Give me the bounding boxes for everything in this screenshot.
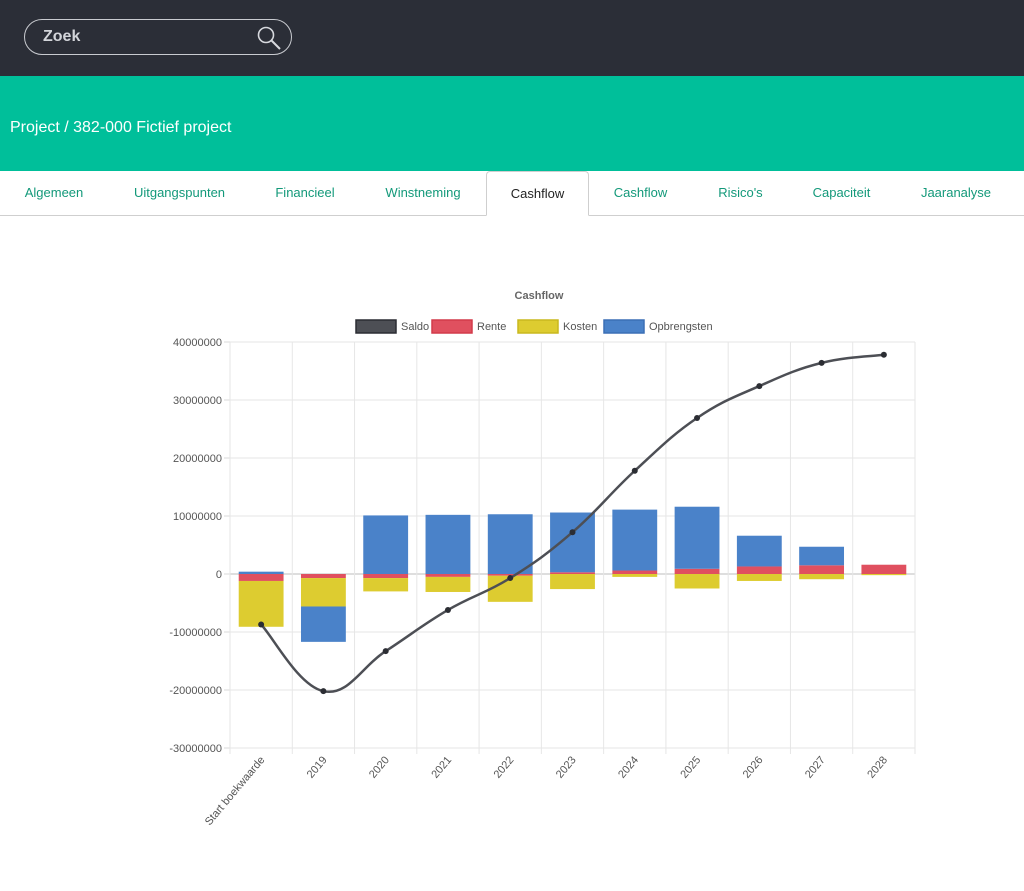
saldo-point [756,383,763,390]
bar-kosten [550,574,595,590]
y-tick-label: -30000000 [169,743,222,755]
legend-label-saldo: Saldo [401,321,429,333]
tab-winstneming[interactable]: Winstneming [359,171,487,215]
x-tick-label: 2021 [429,754,454,780]
saldo-point [444,606,451,613]
bar-rente [550,572,595,574]
y-tick-label: 10000000 [173,511,222,523]
y-tick-label: -20000000 [169,685,222,697]
legend-swatch-opbrengsten [603,319,645,334]
x-tick-label: 2023 [554,754,579,780]
y-tick-label: 20000000 [173,453,222,465]
search-box[interactable] [24,19,292,55]
chart-title: Cashflow [515,290,564,302]
page-title: Project / 382-000 Fictief project [10,119,232,136]
chart-legend: Saldo Rente Kosten Opbrengsten [355,319,713,334]
cashflow-chart: Cashflow Saldo Rente Kosten Opbrengsten 400… [150,280,930,840]
project-banner: Project / 382-000 Fictief project [0,76,1024,171]
bar-opbrengsten [300,606,346,642]
y-axis: 40000000 30000000 20000000 10000000 0 -100000… [169,337,222,755]
search-input[interactable] [43,20,253,54]
x-tick-label: 2024 [616,754,641,780]
saldo-point [507,575,514,582]
bar-kosten [799,574,845,580]
legend-label-rente: Rente [477,321,506,333]
saldo-point [569,529,576,536]
bar-opbrengsten [363,515,409,574]
saldo-point [631,467,638,474]
bar-opbrengsten [487,514,533,574]
bar-kosten [612,574,658,577]
tab-cashflow-active[interactable]: Cashflow [486,171,589,216]
bar-rente [363,574,409,579]
legend-swatch-rente [431,319,473,334]
bar-opbrengsten [425,514,471,574]
y-tick-label: 30000000 [173,395,222,407]
legend-label-kosten: Kosten [563,321,597,333]
x-tick-label: 2028 [865,754,890,780]
chart-svg: Cashflow Saldo Rente Kosten Opbrengsten 400… [169,290,916,828]
bar-kosten [861,574,907,576]
x-axis: Start boekwaarde 2019 2020 2021 2022 2023 2024… [203,754,890,828]
bar-rente [861,564,907,574]
x-tick-label: 2020 [367,754,392,780]
chart-bars [238,506,907,642]
saldo-point [880,351,887,358]
tab-capaciteit[interactable]: Capaciteit [789,171,894,215]
bar-kosten [363,578,409,592]
y-tick-label: 0 [216,569,222,581]
bar-kosten [238,580,284,627]
saldo-point [818,359,825,366]
legend-swatch-kosten [517,319,559,334]
tab-jaaranalyse[interactable]: Jaaranalyse [894,171,1018,215]
breadcrumb: Project / 382-000 Fictief project [10,119,231,137]
x-tick-label: 2019 [305,754,330,780]
saldo-point [258,621,265,628]
tab-cashflow[interactable]: Cashflow [589,171,692,215]
y-tick-label: 40000000 [173,337,222,349]
tab-risicos[interactable]: Risico's [692,171,789,215]
x-tick-label: 2022 [492,754,517,780]
bar-rente [300,574,346,579]
bar-kosten [736,574,782,581]
bar-rente [736,566,782,574]
saldo-point [320,688,327,695]
bar-rente [674,568,720,574]
tab-uitgangspunten[interactable]: Uitgangspunten [108,171,251,215]
bar-opbrengsten [612,509,658,571]
saldo-point [694,414,701,421]
legend-swatch-saldo [355,319,397,334]
tab-bar: Algemeen Uitgangspunten Financieel Winst… [0,171,1024,216]
x-tick-label: 2025 [678,754,703,780]
bar-kosten [674,574,720,589]
bar-kosten [425,576,471,592]
x-tick-label: 2027 [803,754,828,780]
tab-algemeen[interactable]: Algemeen [0,171,108,215]
top-bar [0,0,1024,76]
tab-financieel[interactable]: Financieel [251,171,359,215]
bar-opbrengsten [550,512,595,573]
bar-rente [425,574,471,577]
y-tick-label: -10000000 [169,627,222,639]
bar-rente [799,565,845,574]
bar-opbrengsten [674,506,720,569]
x-tick-label: 2026 [741,754,766,780]
bar-opbrengsten [238,571,284,574]
bar-kosten [300,578,346,607]
x-tick-label: Start boekwaarde [203,754,268,828]
bar-opbrengsten [799,546,845,566]
saldo-point [382,648,389,655]
bar-rente [612,570,658,574]
search-icon[interactable] [256,25,282,51]
legend-label-opbrengsten: Opbrengsten [649,321,713,333]
bar-rente [238,574,284,581]
bar-opbrengsten [736,535,782,567]
